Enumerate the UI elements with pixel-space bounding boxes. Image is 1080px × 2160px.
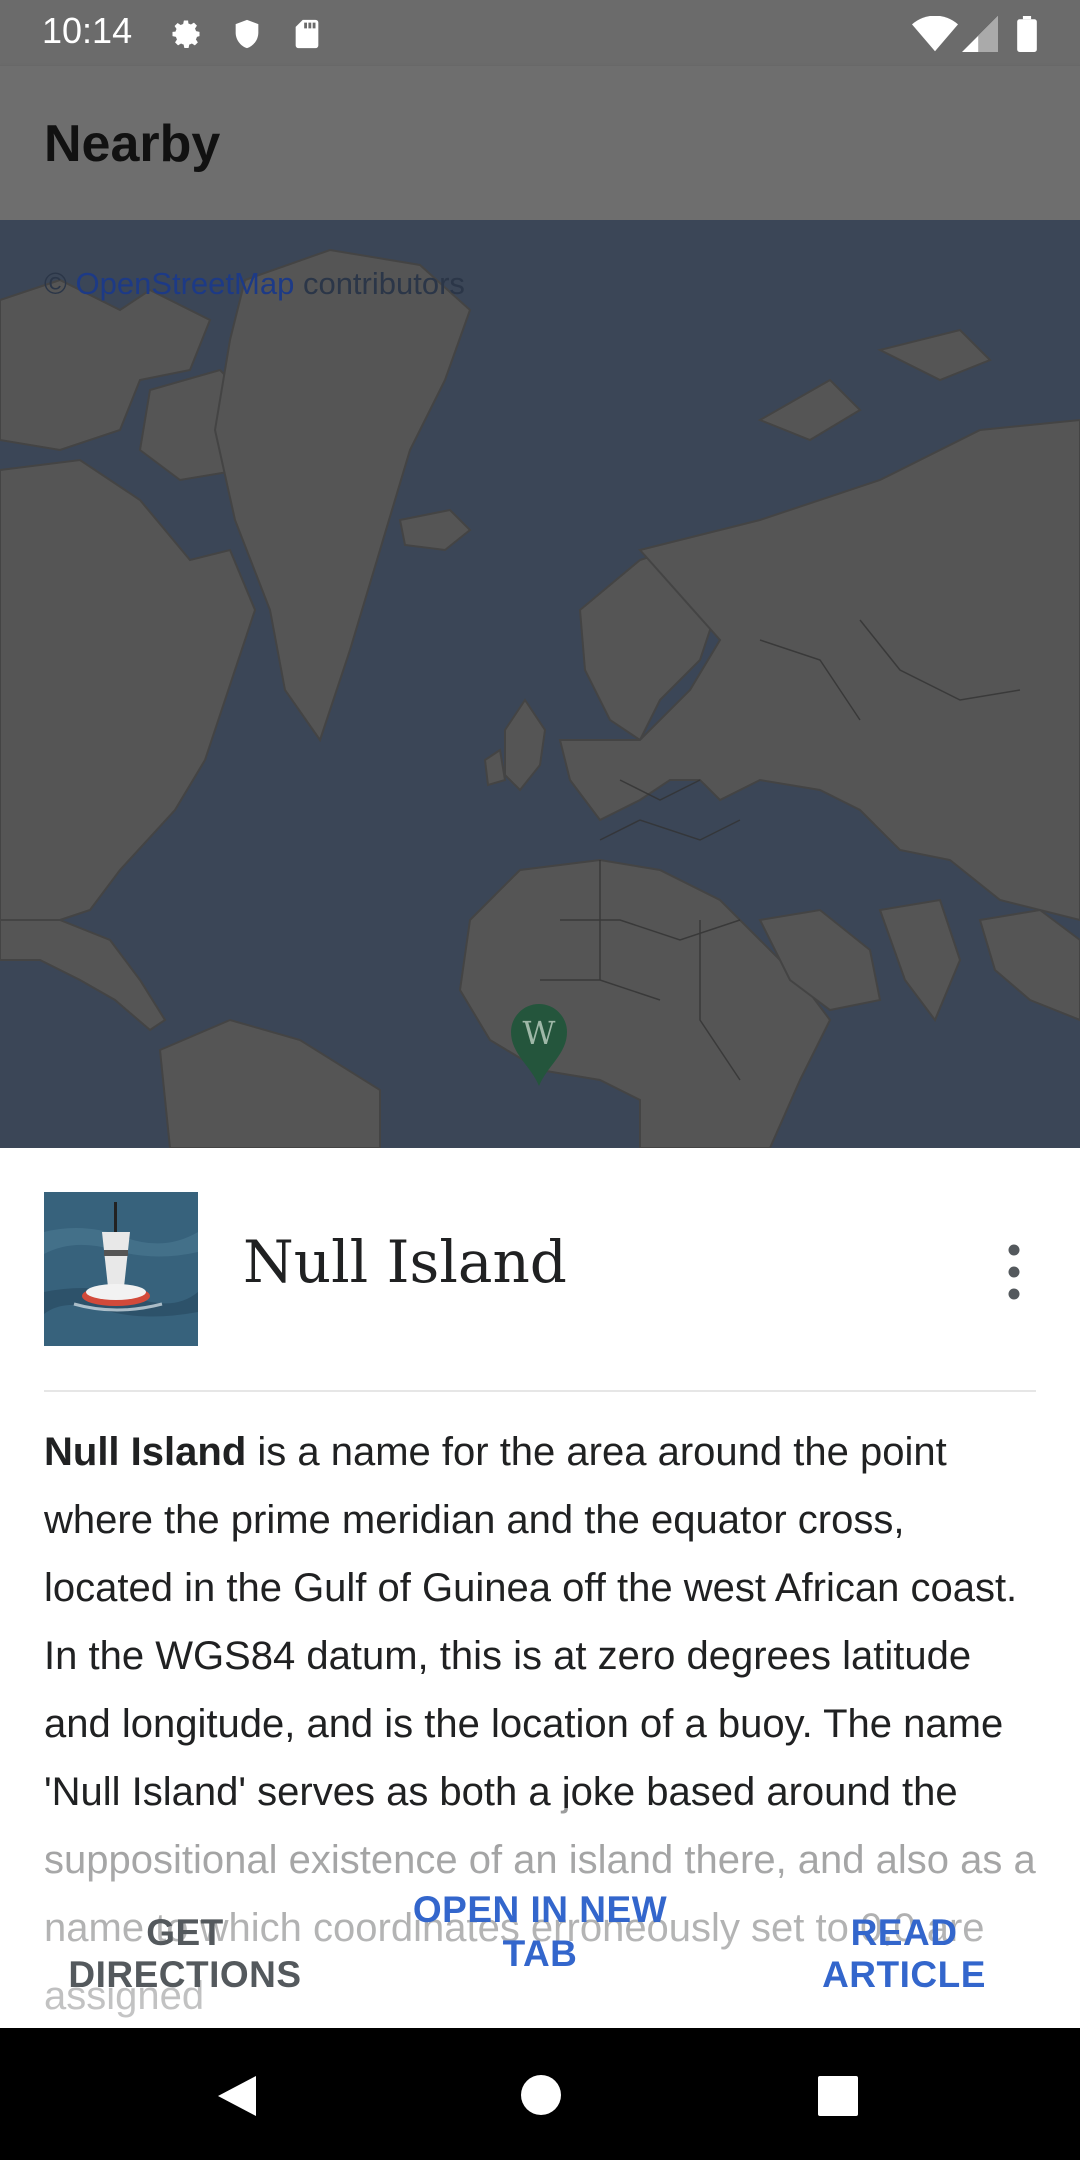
open-in-new-tab-button[interactable]: OPEN IN NEW TAB bbox=[400, 1888, 680, 1976]
battery-icon bbox=[1016, 16, 1038, 57]
back-icon[interactable] bbox=[214, 2072, 260, 2125]
wikipedia-pin-icon[interactable]: W bbox=[509, 1002, 569, 1086]
extract-bold-term: Null Island bbox=[44, 1430, 247, 1474]
map-view[interactable]: © OpenStreetMap contributors W bbox=[0, 220, 1080, 1148]
openstreetmap-link[interactable]: OpenStreetMap bbox=[75, 266, 294, 301]
shield-icon bbox=[230, 16, 264, 57]
system-navigation-bar bbox=[0, 2028, 1080, 2160]
home-icon[interactable] bbox=[520, 2074, 562, 2121]
status-bar: 10:14 bbox=[0, 0, 1080, 66]
sd-card-icon bbox=[290, 16, 324, 57]
divider bbox=[44, 1390, 1036, 1392]
status-time: 10:14 bbox=[42, 10, 133, 51]
marker-letter: W bbox=[523, 1014, 556, 1052]
app-bar: Nearby bbox=[0, 66, 1080, 220]
open-in-new-tab-label-line1: OPEN IN NEW bbox=[412, 1889, 668, 1930]
copyright-symbol: © bbox=[44, 266, 67, 301]
open-in-new-tab-label-line2: TAB bbox=[502, 1933, 578, 1974]
recents-icon[interactable] bbox=[818, 2076, 858, 2121]
article-title: Null Island bbox=[243, 1228, 567, 1296]
attribution-suffix: contributors bbox=[302, 266, 465, 301]
map-attribution: © OpenStreetMap contributors bbox=[44, 266, 465, 302]
article-thumbnail[interactable] bbox=[44, 1192, 198, 1346]
more-vertical-icon bbox=[1008, 1244, 1020, 1300]
read-article-button[interactable]: READ ARTICLE bbox=[764, 1912, 1044, 1996]
overflow-menu-button[interactable] bbox=[990, 1240, 1038, 1304]
gear-icon bbox=[168, 16, 204, 57]
cell-signal-icon bbox=[962, 16, 998, 57]
wifi-icon bbox=[912, 15, 958, 57]
page-title: Nearby bbox=[44, 115, 221, 173]
get-directions-button[interactable]: GET DIRECTIONS bbox=[30, 1912, 340, 1996]
article-preview-sheet: Null Island Null Island is a name for th… bbox=[0, 1148, 1080, 2028]
